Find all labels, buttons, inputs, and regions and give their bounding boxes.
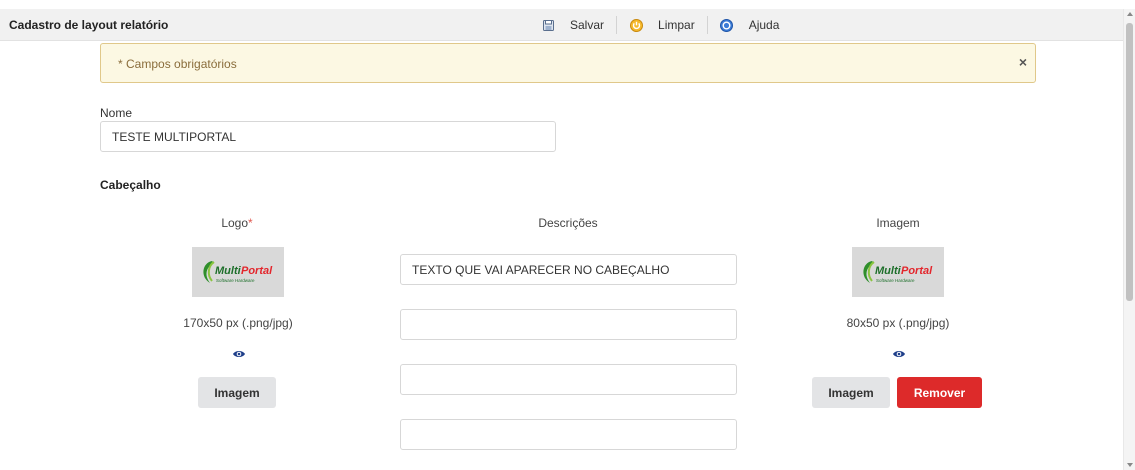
help-circle-icon <box>720 18 734 32</box>
name-label: Nome <box>100 106 133 120</box>
eye-icon[interactable] <box>892 348 906 358</box>
help-label: Ajuda <box>748 18 780 32</box>
name-input[interactable] <box>100 121 556 152</box>
logo-tagline: Software Hardware <box>876 278 915 283</box>
multiportal-logo-icon: Multi Portal Software Hardware <box>203 261 273 283</box>
scroll-down-icon[interactable] <box>1127 463 1133 467</box>
logo-image-button[interactable]: Imagem <box>198 377 276 408</box>
required-fields-alert: * Campos obrigatórios × <box>100 43 1036 83</box>
floppy-disk-icon <box>541 18 555 32</box>
power-icon <box>629 18 643 32</box>
description-input-4[interactable] <box>400 419 737 450</box>
logo-word-portal: Portal <box>901 265 933 277</box>
image-size-hint: 80x50 px (.png/jpg) <box>846 316 950 330</box>
toolbar-divider <box>706 16 708 34</box>
clear-button[interactable]: Limpar <box>629 18 695 32</box>
description-input-3[interactable] <box>400 364 737 395</box>
descriptions-label: Descrições <box>538 216 598 230</box>
logo-preview: Multi Portal Software Hardware <box>192 247 284 297</box>
image-preview: Multi Portal Software Hardware <box>852 247 944 297</box>
save-button[interactable]: Salvar <box>541 18 604 32</box>
logo-word-portal: Portal <box>241 265 273 277</box>
logo-word-multi: Multi <box>215 265 242 277</box>
remove-button[interactable]: Remover <box>897 377 982 408</box>
logo-tagline: Software Hardware <box>216 278 255 283</box>
scroll-up-icon[interactable] <box>1127 12 1133 16</box>
help-button[interactable]: Ajuda <box>720 18 780 32</box>
required-mark: * <box>248 216 253 230</box>
scrollbar-thumb[interactable] <box>1126 23 1133 301</box>
clear-label: Limpar <box>658 18 695 32</box>
save-label: Salvar <box>570 18 605 32</box>
alert-text: * Campos obrigatórios <box>118 57 237 71</box>
image-column-label: Imagem <box>876 216 920 230</box>
logo-size-hint: 170x50 px (.png/jpg) <box>183 316 293 330</box>
eye-icon[interactable] <box>232 348 246 358</box>
close-icon[interactable]: × <box>1019 54 1027 70</box>
toolbar-divider <box>616 16 618 34</box>
logo-column-heading: Logo* <box>187 216 287 230</box>
action-toolbar: Salvar Limpar Ajuda <box>541 9 779 41</box>
logo-word-multi: Multi <box>875 265 902 277</box>
description-input-2[interactable] <box>400 309 737 340</box>
image-upload-button[interactable]: Imagem <box>812 377 890 408</box>
page-title: Cadastro de layout relatório <box>9 18 169 32</box>
multiportal-logo-icon: Multi Portal Software Hardware <box>863 261 933 283</box>
header-section-title: Cabeçalho <box>100 178 161 192</box>
vertical-scrollbar[interactable] <box>1123 9 1135 470</box>
description-input-1[interactable] <box>400 254 737 285</box>
top-toolbar: Cadastro de layout relatório Salvar Limp… <box>0 9 1123 41</box>
logo-label: Logo <box>221 216 249 230</box>
